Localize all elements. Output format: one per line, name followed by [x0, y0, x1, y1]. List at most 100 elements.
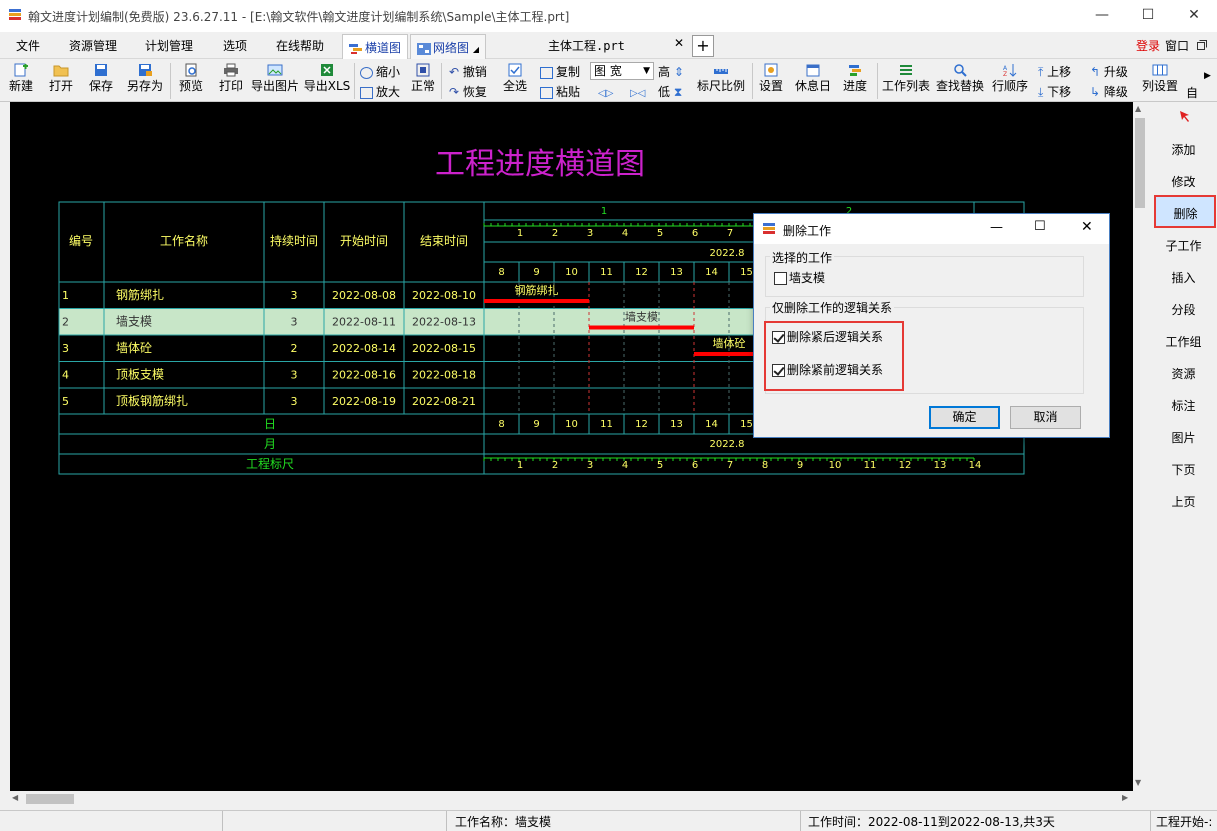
cancel-button[interactable]: 取消 — [1010, 406, 1081, 429]
undo-button[interactable]: ↶ 撤销 — [449, 63, 487, 80]
row-order-button[interactable]: AZ 行顺序 — [990, 63, 1030, 94]
side-insert-button[interactable]: 插入 — [1150, 269, 1217, 286]
side-resource-button[interactable]: 资源 — [1150, 365, 1217, 382]
zoom-out-button[interactable]: 缩小 — [360, 63, 400, 80]
side-image-button[interactable]: 图片 — [1150, 429, 1217, 446]
height-increase-button[interactable]: 高 ⇕ — [658, 63, 684, 80]
scroll-up-icon[interactable]: ▲ — [1135, 104, 1141, 113]
selected-work-checkbox[interactable]: 墙支模 — [774, 269, 825, 286]
menu-file[interactable]: 文件 — [16, 37, 40, 54]
gantt-title: 工程进度横道图 — [435, 147, 645, 182]
ruler-ratio-button[interactable]: 标尺比例 — [695, 63, 747, 94]
column-settings-button[interactable]: 列设置 — [1140, 63, 1180, 94]
row-order-label: 行顺序 — [991, 79, 1028, 93]
dialog-maximize-button[interactable]: ☐ — [1034, 219, 1046, 234]
side-workgroup-button[interactable]: 工作组 — [1150, 333, 1217, 350]
header-end: 结束时间 — [420, 234, 468, 248]
new-label: 新建 — [8, 79, 33, 93]
ok-button[interactable]: 确定 — [929, 406, 1000, 429]
find-replace-button[interactable]: 查找替换 — [934, 63, 986, 94]
move-down-button[interactable]: ⤓ 下移 — [1038, 83, 1071, 100]
restore-icon[interactable] — [1197, 40, 1207, 50]
month-label: 2022.8 — [710, 248, 745, 259]
auto-button[interactable]: 自 — [1186, 84, 1198, 101]
horizontal-scroll-thumb[interactable] — [26, 794, 74, 804]
menu-help[interactable]: 在线帮助 — [276, 37, 324, 54]
export-xls-label: 导出XLS — [303, 79, 351, 93]
copy-button[interactable]: 复制 — [540, 63, 580, 80]
select-all-button[interactable]: 全选 — [500, 63, 530, 94]
side-next-page-button[interactable]: 下页 — [1150, 461, 1217, 478]
login-link[interactable]: 登录 — [1136, 37, 1160, 54]
normal-zoom-button[interactable]: 正常 — [408, 63, 438, 94]
horizontal-scrollbar[interactable]: ◀ ▶ — [10, 791, 1133, 807]
minimize-button[interactable]: — — [1079, 0, 1125, 32]
undo-icon: ↶ — [449, 65, 460, 79]
ruler-bottom-label: 7 — [727, 460, 733, 471]
close-button[interactable]: ✕ — [1171, 0, 1217, 32]
height-decrease-button[interactable]: 低 ⧗ — [658, 83, 682, 100]
progress-button[interactable]: 进度 — [840, 63, 870, 94]
save-label: 保存 — [88, 79, 113, 93]
checkbox-checked[interactable] — [772, 364, 785, 377]
menu-resource[interactable]: 资源管理 — [69, 37, 117, 54]
view-width-select[interactable]: 图 宽 ▼ — [590, 62, 654, 80]
tab-gantt[interactable]: 横道图 — [342, 34, 409, 59]
menu-options[interactable]: 选项 — [223, 37, 247, 54]
redo-button[interactable]: ↷ 恢复 — [449, 83, 487, 100]
print-label: 打印 — [218, 79, 243, 93]
maximize-button[interactable]: ☐ — [1125, 0, 1171, 32]
vertical-scroll-thumb[interactable] — [1135, 118, 1145, 208]
toolbar-separator — [877, 63, 878, 99]
save-button[interactable]: 保存 — [86, 63, 116, 94]
export-xls-button[interactable]: 导出XLS — [303, 63, 351, 94]
day-label: 15 — [740, 267, 753, 278]
footer-day-label: 11 — [600, 419, 613, 430]
scroll-right-icon[interactable]: ▶ — [1122, 793, 1128, 802]
pointer-arrow-icon[interactable] — [1179, 110, 1191, 122]
menu-plan[interactable]: 计划管理 — [145, 37, 193, 54]
side-add-button[interactable]: 添加 — [1150, 141, 1217, 158]
vertical-scrollbar[interactable]: ▲ ▼ — [1133, 102, 1147, 791]
side-subwork-button[interactable]: 子工作 — [1150, 237, 1217, 254]
doc-tab-close-icon[interactable]: ✕ — [674, 36, 684, 50]
gantt-canvas[interactable]: 工程进度横道图编号工作名称持续时间开始时间结束时间121234567891011… — [10, 102, 1133, 791]
checkbox-unchecked[interactable] — [774, 272, 787, 285]
checkbox-checked[interactable] — [772, 331, 785, 344]
work-list-button[interactable]: 工作列表 — [880, 63, 932, 94]
doc-tab-label[interactable]: 主体工程.prt — [548, 37, 625, 54]
settings-button[interactable]: 设置 — [756, 63, 786, 94]
scroll-left-icon[interactable]: ◀ — [12, 793, 18, 802]
side-delete-button[interactable]: 删除 — [1152, 205, 1217, 222]
tab-network[interactable]: 网络图 ◢ — [410, 34, 486, 59]
expand-width-icon[interactable]: ▷◁ — [630, 88, 645, 99]
preview-label: 预览 — [178, 79, 203, 93]
export-image-button[interactable]: 导出图片 — [250, 63, 300, 94]
dialog-minimize-button[interactable]: — — [990, 220, 1003, 235]
paste-button[interactable]: 粘贴 — [540, 83, 580, 100]
window-menu[interactable]: 窗口 — [1165, 37, 1189, 54]
upgrade-button[interactable]: ↰ 升级 — [1090, 63, 1128, 80]
delete-before-logic-checkbox[interactable]: 删除紧前逻辑关系 — [772, 361, 883, 378]
side-prev-page-button[interactable]: 上页 — [1150, 493, 1217, 510]
new-button[interactable]: 新建 — [6, 63, 36, 94]
scroll-down-icon[interactable]: ▼ — [1135, 778, 1141, 787]
side-annotation-button[interactable]: 标注 — [1150, 397, 1217, 414]
print-button[interactable]: 打印 — [216, 63, 246, 94]
move-up-button[interactable]: ⤒ 上移 — [1038, 63, 1071, 80]
preview-button[interactable]: 预览 — [176, 63, 206, 94]
downgrade-button[interactable]: ↳ 降级 — [1090, 83, 1128, 100]
shrink-width-icon[interactable]: ◁▷ — [598, 88, 613, 99]
delete-after-logic-checkbox[interactable]: 删除紧后逻辑关系 — [772, 328, 883, 345]
side-edit-button[interactable]: 修改 — [1150, 173, 1217, 190]
zoom-in-button[interactable]: 放大 — [360, 83, 400, 100]
gantt-icon — [349, 43, 362, 54]
side-segment-button[interactable]: 分段 — [1150, 301, 1217, 318]
holiday-button[interactable]: 休息日 — [794, 63, 832, 94]
add-tab-button[interactable]: + — [692, 35, 714, 57]
open-button[interactable]: 打开 — [46, 63, 76, 94]
dialog-close-button[interactable]: ✕ — [1081, 219, 1093, 235]
save-as-button[interactable]: 另存为 — [126, 63, 164, 94]
toolbar-overflow-icon[interactable]: ▶ — [1204, 71, 1211, 81]
expand-height-icon: ⇕ — [673, 65, 684, 79]
